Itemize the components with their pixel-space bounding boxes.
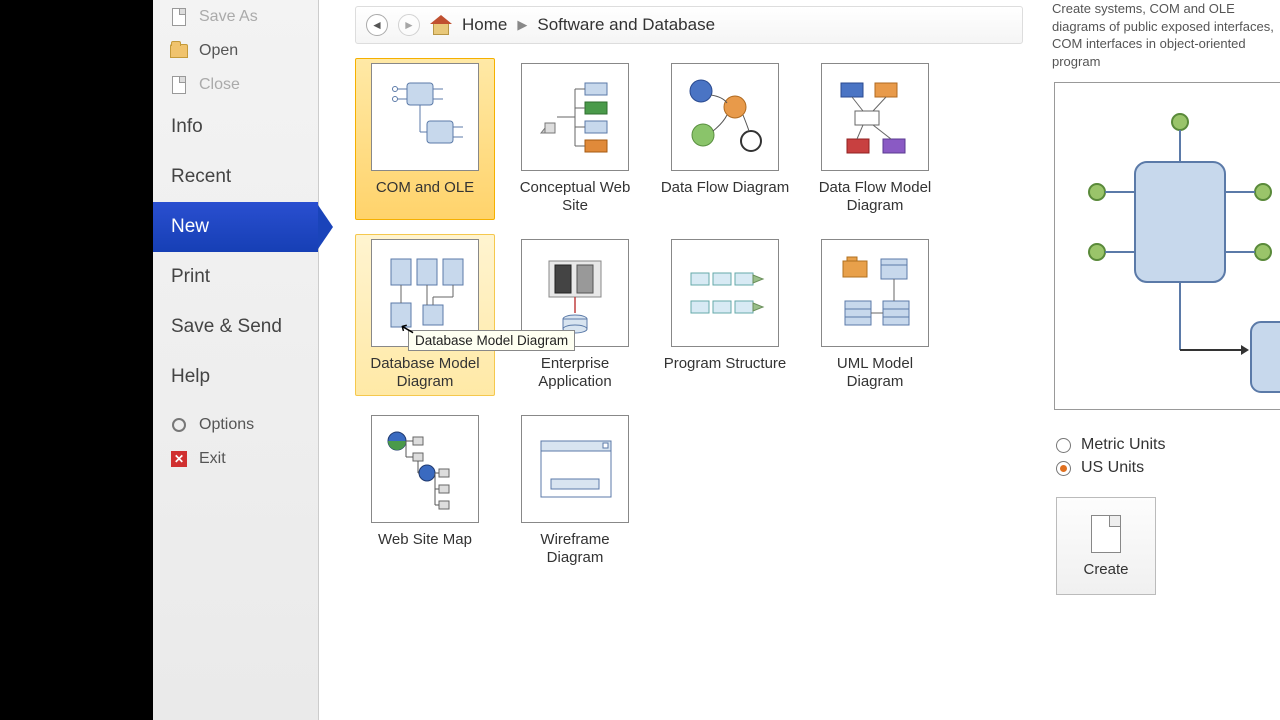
sidebar-label: Save As <box>199 8 258 26</box>
breadcrumb-home[interactable]: Home <box>462 15 507 35</box>
template-web-site-map[interactable]: Web Site Map <box>355 410 495 572</box>
units-metric-label: Metric Units <box>1081 436 1165 454</box>
units-us-label: US Units <box>1081 459 1144 477</box>
radio-icon <box>1056 438 1071 453</box>
units-selector: Metric Units US Units <box>1056 436 1280 477</box>
template-label: Conceptual Web Site <box>510 179 640 215</box>
sidebar-save-as: Save As <box>153 0 318 34</box>
document-icon <box>169 75 189 95</box>
template-uml-model-diagram[interactable]: UML Model Diagram <box>805 234 945 396</box>
template-label: Wireframe Diagram <box>510 531 640 567</box>
template-thumbnail <box>671 63 779 171</box>
black-sidebar-spacer <box>0 0 153 720</box>
sidebar-exit[interactable]: ✕ Exit <box>153 442 318 476</box>
template-database-model-diagram[interactable]: Database Model Diagram ↖ Database Model … <box>355 234 495 396</box>
sidebar-new[interactable]: New <box>153 202 318 252</box>
sidebar-label: Exit <box>199 450 226 468</box>
template-label: Data Flow Diagram <box>661 179 789 197</box>
tooltip: Database Model Diagram <box>408 330 575 351</box>
main-content: ◄ ► Home ▶ Software and Database COM and… <box>319 0 1038 720</box>
template-thumbnail <box>821 63 929 171</box>
template-wireframe-diagram[interactable]: Wireframe Diagram <box>505 410 645 572</box>
document-icon <box>169 7 189 27</box>
chevron-right-icon: ▶ <box>517 17 527 33</box>
template-thumbnail <box>371 63 479 171</box>
sidebar-open[interactable]: Open <box>153 34 318 68</box>
exit-icon: ✕ <box>169 449 189 469</box>
create-label: Create <box>1083 561 1128 578</box>
breadcrumb: ◄ ► Home ▶ Software and Database <box>355 6 1023 44</box>
template-grid: COM and OLE Conceptual Web Site <box>319 48 1038 720</box>
sidebar-help[interactable]: Help <box>153 352 318 402</box>
breadcrumb-path[interactable]: Software and Database <box>537 15 715 35</box>
folder-icon <box>169 41 189 61</box>
home-icon[interactable] <box>430 15 452 35</box>
sidebar-close: Close <box>153 68 318 102</box>
template-label: UML Model Diagram <box>810 355 940 391</box>
sidebar-save-send[interactable]: Save & Send <box>153 302 318 352</box>
radio-icon <box>1056 461 1071 476</box>
nav-back-button[interactable]: ◄ <box>366 14 388 36</box>
nav-forward-button: ► <box>398 14 420 36</box>
template-data-flow-model-diagram[interactable]: Data Flow Model Diagram <box>805 58 945 220</box>
template-label: Data Flow Model Diagram <box>810 179 940 215</box>
template-program-structure[interactable]: Program Structure <box>655 234 795 396</box>
template-thumbnail <box>521 415 629 523</box>
gear-icon <box>169 415 189 435</box>
units-metric-option[interactable]: Metric Units <box>1056 436 1280 454</box>
template-preview <box>1054 82 1280 410</box>
template-conceptual-web-site[interactable]: Conceptual Web Site <box>505 58 645 220</box>
template-thumbnail <box>521 63 629 171</box>
template-label: Enterprise Application <box>510 355 640 391</box>
template-com-and-ole[interactable]: COM and OLE <box>355 58 495 220</box>
template-data-flow-diagram[interactable]: Data Flow Diagram <box>655 58 795 220</box>
sidebar-info[interactable]: Info <box>153 102 318 152</box>
sidebar-label: Options <box>199 416 254 434</box>
template-label: COM and OLE <box>376 179 474 197</box>
sidebar-print[interactable]: Print <box>153 252 318 302</box>
template-enterprise-application[interactable]: Enterprise Application <box>505 234 645 396</box>
template-label: Web Site Map <box>378 531 472 549</box>
template-label: Program Structure <box>664 355 787 373</box>
template-thumbnail <box>671 239 779 347</box>
template-thumbnail <box>821 239 929 347</box>
template-label: Database Model Diagram <box>360 355 490 391</box>
sidebar-recent[interactable]: Recent <box>153 152 318 202</box>
template-thumbnail <box>371 415 479 523</box>
sidebar-label: Close <box>199 76 240 94</box>
page-icon <box>1091 515 1121 553</box>
units-us-option[interactable]: US Units <box>1056 459 1280 477</box>
template-description: Create systems, COM and OLE diagrams of … <box>1052 0 1280 70</box>
create-button[interactable]: Create <box>1056 497 1156 595</box>
sidebar-options[interactable]: Options <box>153 408 318 442</box>
backstage-sidebar: Save As Open Close Info Recent New Print… <box>153 0 319 720</box>
preview-pane: Create systems, COM and OLE diagrams of … <box>1038 0 1280 720</box>
sidebar-label: Open <box>199 42 238 60</box>
